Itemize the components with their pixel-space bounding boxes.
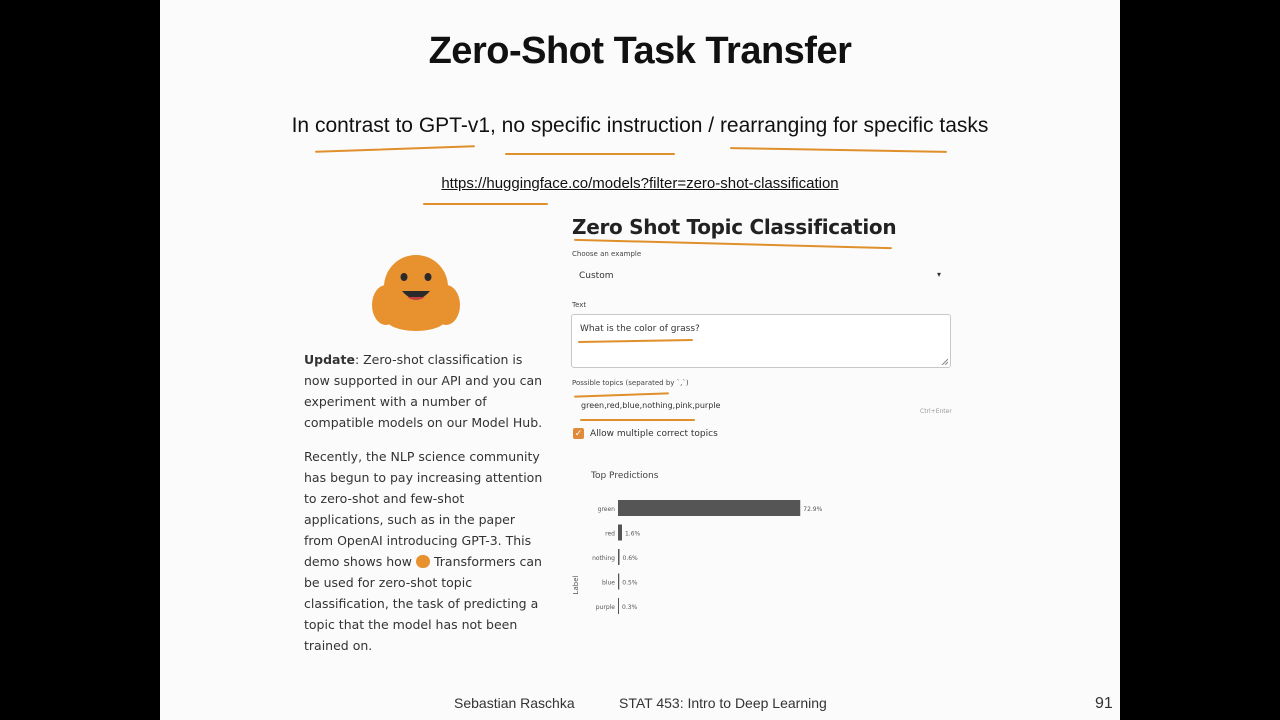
multi-topic-label: Allow multiple correct topics (590, 429, 718, 439)
chart-category-label: purple (596, 604, 616, 611)
example-select[interactable]: Custom ▾ (571, 263, 949, 289)
annotation-underline (505, 153, 675, 155)
chart-value-label: 1.6% (625, 531, 641, 538)
topics-input[interactable]: green,red,blue,nothing,pink,purple (581, 401, 720, 410)
annotation-underline (580, 419, 695, 421)
resize-handle-icon[interactable] (941, 358, 948, 365)
predictions-title: Top Predictions (591, 471, 659, 481)
update-label: Update (304, 352, 355, 367)
annotation-underline (315, 145, 475, 153)
multi-topic-checkbox[interactable]: ✓ (573, 428, 584, 439)
hugging-face-emoji-icon (416, 555, 430, 568)
intro-text-start: Recently, the NLP science community has … (304, 449, 543, 569)
topics-label: Possible topics (separated by `,`) (572, 379, 689, 387)
chart-bar (618, 573, 620, 590)
chart-y-axis-label: Label (572, 576, 580, 595)
annotation-underline (423, 203, 548, 205)
topics-hint: Ctrl+Enter (920, 408, 952, 415)
footer-course: STAT 453: Intro to Deep Learning (619, 695, 827, 711)
text-label: Text (572, 301, 587, 309)
text-input-value: What is the color of grass? (580, 324, 700, 334)
update-paragraph: Update: Zero-shot classification is now … (304, 349, 544, 433)
demo-title: Zero Shot Topic Classification (572, 215, 897, 239)
chart-bar (618, 549, 620, 565)
intro-paragraph: Recently, the NLP science community has … (304, 446, 544, 656)
chart-bar (618, 524, 622, 541)
chart-category-label: green (598, 506, 616, 513)
slide: Zero-Shot Task Transfer In contrast to G… (160, 0, 1120, 720)
example-select-value: Custom (579, 271, 614, 281)
chart-value-label: 72.9% (803, 506, 822, 513)
annotation-underline (729, 147, 948, 153)
hugging-face-logo (372, 255, 460, 331)
chart-bar (618, 500, 801, 516)
chart-category-label: blue (602, 580, 615, 587)
chart-value-label: 0.3% (622, 604, 638, 611)
choose-example-label: Choose an example (572, 250, 642, 258)
chart-category-label: nothing (592, 555, 615, 562)
chart-category-label: red (605, 531, 615, 538)
slide-subtitle: In contrast to GPT-v1, no specific instr… (291, 114, 989, 137)
page-number: 91 (1095, 695, 1113, 712)
chart-value-label: 0.6% (623, 555, 639, 562)
chevron-down-icon: ▾ (936, 270, 941, 279)
annotation-underline (574, 238, 892, 250)
annotation-underline (573, 392, 670, 398)
predictions-chart: green 72.9% red 1.6% nothing 0.6% blue 0.5% purp… (572, 500, 823, 614)
chart-bar (618, 598, 619, 614)
huggingface-link[interactable]: https://huggingface.co/models?filter=zer… (160, 175, 1120, 192)
slide-title: Zero-Shot Task Transfer (428, 30, 852, 72)
footer-author: Sebastian Raschka (454, 695, 575, 711)
chart-value-label: 0.5% (622, 580, 638, 587)
